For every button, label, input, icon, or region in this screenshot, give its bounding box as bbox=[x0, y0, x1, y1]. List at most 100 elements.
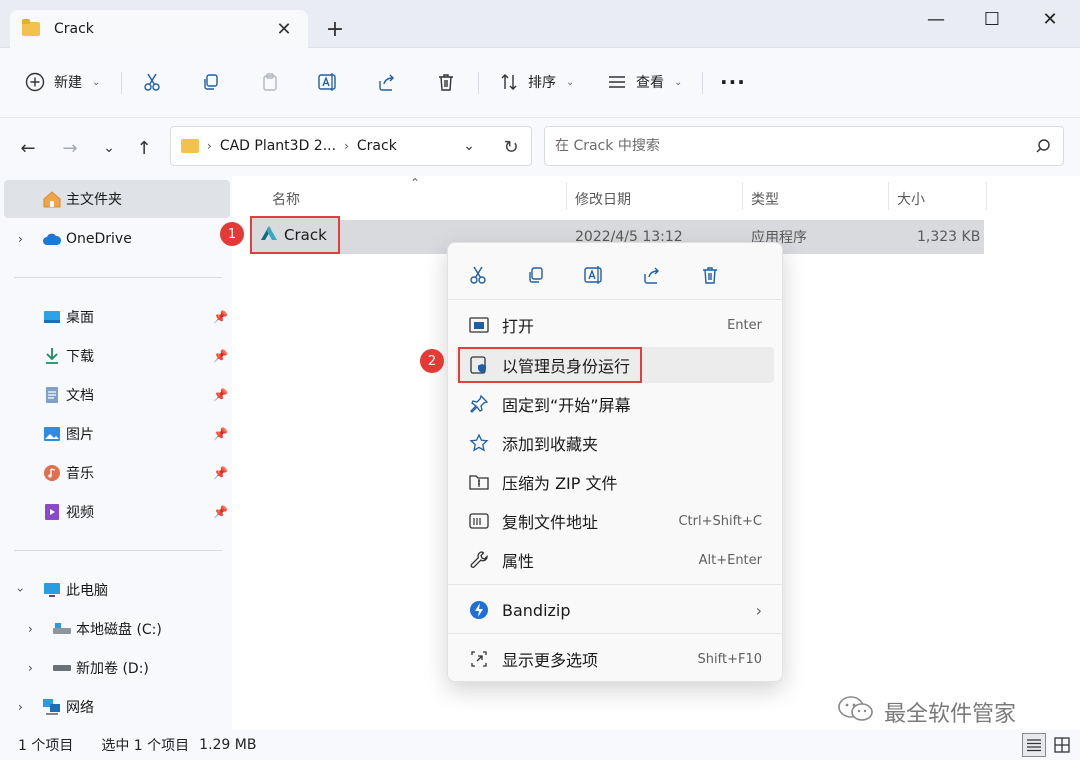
column-divider[interactable] bbox=[742, 182, 743, 210]
column-header-modified[interactable]: 修改日期 bbox=[575, 184, 631, 214]
chevron-down-icon: ⌄ bbox=[674, 76, 683, 88]
menu-item-properties[interactable]: 属性 Alt+Enter bbox=[456, 542, 774, 578]
menu-item-show-more-options[interactable]: 显示更多选项 Shift+F10 bbox=[456, 641, 774, 677]
share-icon bbox=[376, 71, 398, 93]
cloud-icon bbox=[42, 230, 62, 248]
menu-shortcut: Alt+Enter bbox=[698, 552, 762, 568]
pin-icon[interactable]: 📌 bbox=[213, 388, 228, 402]
new-button[interactable]: 新建 ⌄ bbox=[24, 64, 100, 100]
document-icon bbox=[42, 386, 62, 404]
share-icon[interactable] bbox=[638, 261, 666, 289]
divider bbox=[14, 277, 222, 278]
pin-icon[interactable]: 📌 bbox=[213, 349, 228, 363]
divider bbox=[14, 550, 222, 551]
divider bbox=[121, 72, 122, 94]
rename-button[interactable] bbox=[317, 64, 339, 100]
menu-item-copy-path[interactable]: 复制文件地址 Ctrl+Shift+C bbox=[456, 503, 774, 539]
recent-locations-button[interactable]: ⌄ bbox=[95, 134, 123, 162]
delete-icon bbox=[435, 71, 457, 93]
column-header-size[interactable]: 大小 bbox=[897, 184, 925, 214]
up-button[interactable]: ↑ bbox=[130, 134, 158, 162]
paste-button[interactable] bbox=[259, 64, 281, 100]
chevron-right-icon[interactable]: › bbox=[28, 661, 33, 675]
context-quick-actions bbox=[464, 261, 724, 289]
drive-icon bbox=[52, 659, 72, 677]
sidebar-item-label: 视频 bbox=[66, 505, 94, 521]
music-icon bbox=[42, 464, 62, 482]
divider bbox=[448, 633, 782, 634]
column-header-type[interactable]: 类型 bbox=[751, 184, 779, 214]
divider bbox=[702, 72, 703, 94]
delete-button[interactable] bbox=[435, 64, 457, 100]
wrench-icon bbox=[468, 549, 490, 571]
sidebar-item-drive-c[interactable]: › 本地磁盘 (C:) bbox=[4, 610, 230, 648]
menu-item-label: 显示更多选项 bbox=[502, 651, 599, 670]
breadcrumb-item[interactable]: CAD Plant3D 2... bbox=[220, 138, 336, 154]
minimize-button[interactable]: — bbox=[908, 0, 964, 38]
drive-icon bbox=[52, 620, 72, 638]
column-divider[interactable] bbox=[566, 182, 567, 210]
breadcrumb-separator-icon: › bbox=[344, 139, 349, 153]
file-name-cell[interactable]: Crack bbox=[250, 216, 340, 254]
sidebar-item-downloads[interactable]: 下载 📌 bbox=[4, 337, 230, 375]
chevron-right-icon[interactable]: › bbox=[28, 622, 33, 636]
cut-icon[interactable] bbox=[464, 261, 492, 289]
delete-icon[interactable] bbox=[696, 261, 724, 289]
pin-icon[interactable]: 📌 bbox=[213, 466, 228, 480]
menu-item-open[interactable]: 打开 Enter bbox=[456, 307, 774, 343]
sidebar-item-music[interactable]: 音乐 📌 bbox=[4, 454, 230, 492]
rename-icon[interactable] bbox=[580, 261, 608, 289]
sort-button[interactable]: 排序 ⌄ bbox=[498, 64, 574, 100]
sidebar-item-label: 下载 bbox=[66, 349, 94, 365]
menu-item-pin-to-start[interactable]: 固定到“开始”屏幕 bbox=[456, 386, 774, 422]
refresh-button[interactable]: ↻ bbox=[498, 134, 524, 160]
pin-icon[interactable]: 📌 bbox=[213, 505, 228, 519]
pin-icon[interactable]: 📌 bbox=[213, 310, 228, 324]
copy-icon[interactable] bbox=[522, 261, 550, 289]
details-view-button[interactable] bbox=[1022, 733, 1046, 757]
column-header-name[interactable]: 名称 bbox=[272, 184, 300, 214]
close-button[interactable]: ✕ bbox=[1022, 0, 1078, 38]
column-divider[interactable] bbox=[986, 182, 987, 210]
forward-button[interactable]: → bbox=[56, 134, 84, 162]
chevron-down-icon[interactable]: › bbox=[13, 588, 27, 593]
sidebar-item-network[interactable]: › 网络 bbox=[4, 688, 230, 726]
menu-item-bandizip[interactable]: Bandizip › bbox=[456, 592, 774, 628]
divider bbox=[478, 72, 479, 94]
tiles-view-button[interactable] bbox=[1050, 733, 1074, 757]
new-tab-button[interactable]: + bbox=[320, 14, 350, 44]
menu-item-compress-zip[interactable]: 压缩为 ZIP 文件 bbox=[456, 464, 774, 500]
copy-button[interactable] bbox=[200, 64, 222, 100]
sidebar-item-home[interactable]: 主文件夹 bbox=[4, 180, 230, 218]
more-options-button[interactable]: ··· bbox=[720, 64, 746, 100]
tab-title: Crack bbox=[54, 21, 94, 37]
column-divider[interactable] bbox=[888, 182, 889, 210]
menu-shortcut: Shift+F10 bbox=[697, 651, 762, 667]
chevron-right-icon[interactable]: › bbox=[18, 232, 23, 246]
breadcrumb-item[interactable]: Crack bbox=[357, 138, 397, 154]
paste-icon bbox=[259, 71, 281, 93]
sidebar-item-videos[interactable]: 视频 📌 bbox=[4, 493, 230, 531]
back-button[interactable]: ← bbox=[14, 134, 42, 162]
maximize-button[interactable]: ☐ bbox=[964, 0, 1020, 38]
menu-item-add-to-favorites[interactable]: 添加到收藏夹 bbox=[456, 425, 774, 461]
search-input[interactable] bbox=[555, 138, 1023, 154]
address-dropdown-button[interactable]: ⌄ bbox=[456, 134, 482, 158]
sidebar-item-pictures[interactable]: 图片 📌 bbox=[4, 415, 230, 453]
sidebar-item-drive-d[interactable]: › 新加卷 (D:) bbox=[4, 649, 230, 687]
tab-close-button[interactable]: ✕ bbox=[272, 17, 296, 41]
autodesk-logo-icon bbox=[260, 225, 278, 245]
watermark: 最全软件管家 bbox=[836, 694, 1016, 730]
search-icon[interactable] bbox=[1023, 138, 1063, 154]
share-button[interactable] bbox=[376, 64, 398, 100]
search-box[interactable] bbox=[544, 126, 1064, 166]
cut-button[interactable] bbox=[141, 64, 163, 100]
sidebar-item-desktop[interactable]: 桌面 📌 bbox=[4, 298, 230, 336]
tab-crack[interactable]: Crack ✕ bbox=[10, 10, 308, 48]
sidebar-item-onedrive[interactable]: › OneDrive bbox=[4, 220, 230, 258]
sidebar-item-this-pc[interactable]: › 此电脑 bbox=[4, 571, 230, 609]
chevron-right-icon[interactable]: › bbox=[18, 700, 23, 714]
view-button[interactable]: 查看 ⌄ bbox=[606, 64, 682, 100]
pin-icon[interactable]: 📌 bbox=[213, 427, 228, 441]
sidebar-item-documents[interactable]: 文档 📌 bbox=[4, 376, 230, 414]
